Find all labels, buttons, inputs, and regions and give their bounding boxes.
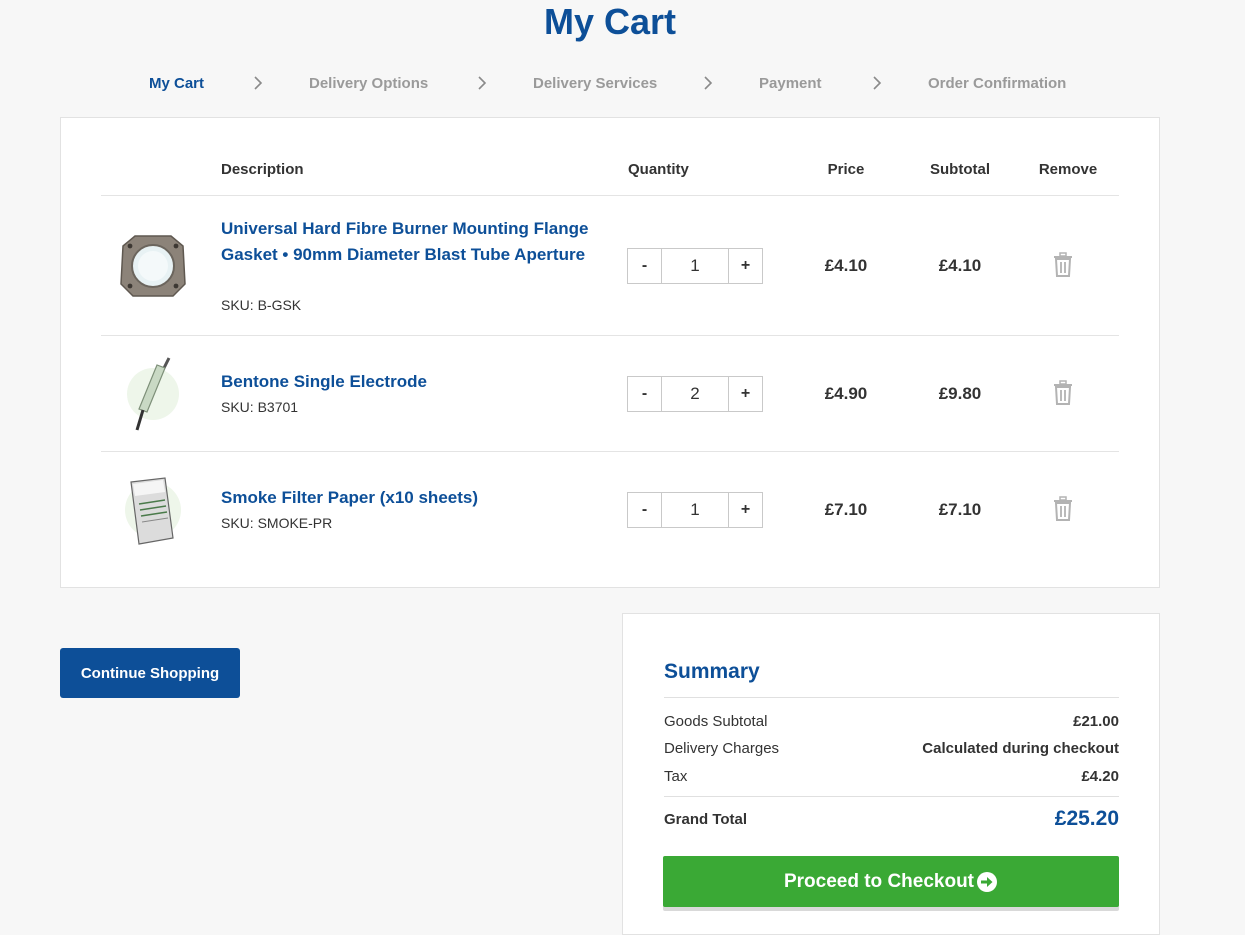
quantity-stepper: - +: [627, 492, 763, 528]
continue-shopping-button[interactable]: Continue Shopping: [60, 648, 240, 698]
header-subtotal: Subtotal: [930, 161, 990, 178]
trash-icon[interactable]: [1051, 496, 1075, 522]
quantity-stepper: - +: [627, 248, 763, 284]
chevron-right-icon: [869, 75, 885, 91]
quantity-input[interactable]: [663, 249, 727, 283]
quantity-input[interactable]: [663, 377, 727, 411]
item-price: £4.10: [824, 256, 868, 275]
chevron-right-icon: [250, 75, 266, 91]
header-remove: Remove: [1038, 161, 1098, 178]
order-summary: Summary Goods Subtotal £21.00 Delivery C…: [622, 613, 1160, 935]
product-sku: SKU: SMOKE-PR: [221, 515, 333, 531]
divider: [664, 697, 1119, 698]
step-order-confirmation[interactable]: Order Confirmation: [928, 74, 1066, 94]
step-delivery-options[interactable]: Delivery Options: [309, 74, 428, 94]
chevron-right-icon: [700, 75, 716, 91]
goods-subtotal-label: Goods Subtotal: [664, 713, 768, 730]
product-image-filter-paper[interactable]: [113, 470, 193, 550]
grand-total-value: £25.20: [1054, 807, 1119, 830]
proceed-to-checkout-button[interactable]: Proceed to Checkout: [663, 856, 1119, 907]
product-name-link[interactable]: Bentone Single Electrode: [221, 369, 601, 395]
tax-label: Tax: [664, 768, 688, 785]
header-price: Price: [827, 161, 865, 178]
product-sku: SKU: B-GSK: [221, 297, 302, 313]
increase-quantity-button[interactable]: +: [728, 249, 762, 283]
trash-icon[interactable]: [1051, 252, 1075, 278]
item-subtotal: £4.10: [938, 256, 982, 275]
divider: [664, 796, 1119, 797]
cart-table: Description Quantity Price Subtotal Remo…: [60, 117, 1160, 588]
chevron-right-icon: [474, 75, 490, 91]
quantity-input[interactable]: [663, 493, 727, 527]
quantity-stepper: - +: [627, 376, 763, 412]
step-payment[interactable]: Payment: [759, 74, 822, 94]
summary-title: Summary: [664, 660, 760, 683]
header-quantity: Quantity: [628, 161, 689, 178]
increase-quantity-button[interactable]: +: [728, 493, 762, 527]
product-image-gasket[interactable]: [113, 226, 193, 306]
delivery-charges-label: Delivery Charges: [664, 740, 780, 757]
trash-icon[interactable]: [1051, 380, 1075, 406]
increase-quantity-button[interactable]: +: [728, 377, 762, 411]
table-row: Bentone Single Electrode SKU: B3701 - + …: [61, 336, 1159, 451]
product-name-link[interactable]: Universal Hard Fibre Burner Mounting Fla…: [221, 216, 601, 268]
checkout-button-label: Proceed to Checkout: [783, 870, 975, 892]
header-description: Description: [221, 161, 304, 178]
product-sku: SKU: B3701: [221, 399, 299, 415]
page-title: My Cart: [543, 1, 677, 42]
tax-value: £4.20: [1081, 768, 1119, 785]
arrow-circle-right-icon: [976, 871, 998, 893]
goods-subtotal-value: £21.00: [1073, 713, 1119, 730]
table-row: Universal Hard Fibre Burner Mounting Fla…: [61, 196, 1159, 335]
item-price: £7.10: [824, 500, 868, 519]
product-image-electrode[interactable]: [113, 354, 193, 434]
decrease-quantity-button[interactable]: -: [628, 249, 662, 283]
item-subtotal: £7.10: [938, 500, 982, 519]
decrease-quantity-button[interactable]: -: [628, 493, 662, 527]
checkout-steps: My Cart Delivery Options Delivery Servic…: [0, 74, 1245, 94]
delivery-charges-value: Calculated during checkout: [922, 740, 1119, 757]
item-subtotal: £9.80: [938, 384, 982, 403]
grand-total-label: Grand Total: [664, 811, 748, 828]
table-row: Smoke Filter Paper (x10 sheets) SKU: SMO…: [61, 452, 1159, 586]
item-price: £4.90: [824, 384, 868, 403]
decrease-quantity-button[interactable]: -: [628, 377, 662, 411]
product-name-link[interactable]: Smoke Filter Paper (x10 sheets): [221, 485, 601, 511]
step-delivery-services[interactable]: Delivery Services: [533, 74, 657, 94]
step-my-cart[interactable]: My Cart: [149, 74, 204, 94]
